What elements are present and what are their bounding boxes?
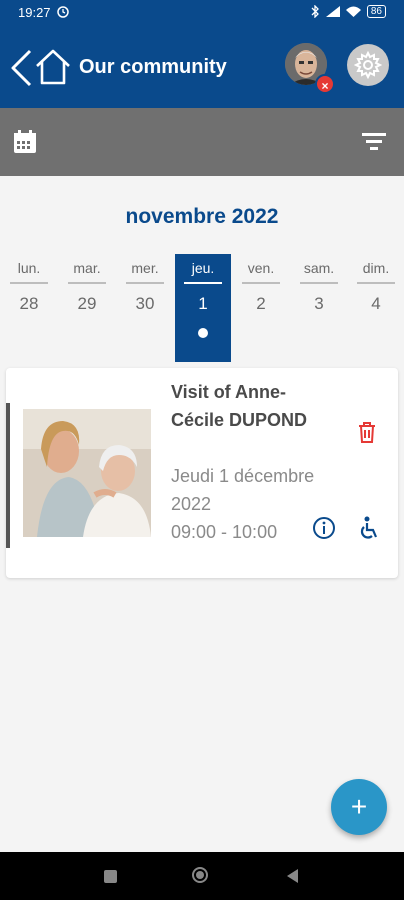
app-bar: Our community × (0, 26, 404, 108)
day-name: mar. (73, 260, 101, 276)
info-icon[interactable] (312, 516, 336, 540)
day-number: 30 (135, 294, 155, 313)
day-name: sam. (303, 260, 335, 276)
day-divider (357, 282, 395, 284)
day-number: 3 (314, 294, 324, 313)
system-home-icon[interactable] (192, 867, 208, 883)
event-title: Visit of Anne-Cécile DUPOND (171, 382, 308, 430)
delete-icon[interactable] (356, 420, 378, 444)
event-time: 09:00 - 10:00 (171, 522, 278, 542)
gear-icon (354, 51, 382, 79)
status-time: 19:27 (18, 5, 51, 20)
day-cell-sun[interactable]: dim. 4 (348, 254, 404, 362)
day-name: mer. (131, 260, 159, 276)
bluetooth-icon (311, 5, 319, 18)
day-number: 2 (256, 294, 266, 313)
home-icon[interactable] (34, 48, 72, 86)
day-cell-sat[interactable]: sam. 3 (291, 254, 347, 362)
day-name: jeu. (191, 260, 215, 276)
event-date: Jeudi 1 décembre 2022 (171, 466, 315, 514)
day-divider (242, 282, 280, 284)
day-cell-tue[interactable]: mar. 29 (59, 254, 115, 362)
alarm-icon (57, 6, 69, 18)
day-divider (300, 282, 338, 284)
day-name: ven. (247, 260, 275, 276)
calendar-icon[interactable] (13, 130, 37, 154)
day-number: 4 (371, 294, 381, 313)
event-indicator-dot (198, 328, 208, 338)
add-event-button[interactable]: + (331, 779, 387, 835)
day-name: dim. (362, 260, 390, 276)
day-cell-fri[interactable]: ven. 2 (233, 254, 289, 362)
day-name: lun. (17, 260, 41, 276)
day-divider (126, 282, 164, 284)
day-number: 28 (19, 294, 39, 313)
day-divider (10, 282, 48, 284)
wifi-icon (345, 6, 361, 17)
event-accent-bar (6, 403, 10, 548)
day-number: 29 (77, 294, 97, 313)
system-nav-bar (0, 852, 404, 900)
day-cell-thu-selected[interactable]: jeu. 1 (175, 254, 231, 362)
status-icons: 86 (311, 5, 386, 18)
system-back-icon[interactable] (287, 869, 298, 883)
settings-button[interactable] (347, 44, 389, 86)
signal-icon (325, 6, 340, 17)
month-label: novembre 2022 (125, 205, 279, 228)
battery-icon: 86 (366, 5, 386, 18)
day-number: 1 (198, 294, 208, 313)
back-arrow-icon[interactable] (8, 48, 34, 88)
event-date-time: Jeudi 1 décembre 2022 09:00 - 10:00 (171, 462, 321, 546)
remove-avatar-badge[interactable]: × (315, 74, 335, 94)
event-card[interactable]: Visit of Anne-Cécile DUPOND Jeudi 1 déce… (6, 368, 398, 578)
accessibility-icon[interactable] (358, 516, 380, 540)
page-title: Our community (79, 56, 227, 78)
status-bar: 19:27 86 (0, 0, 404, 26)
day-divider (184, 282, 222, 284)
filter-icon[interactable] (362, 132, 386, 152)
day-cell-mon[interactable]: lun. 28 (1, 254, 57, 362)
day-cell-wed[interactable]: mer. 30 (117, 254, 173, 362)
recent-apps-icon[interactable] (104, 870, 117, 883)
event-photo (23, 409, 151, 537)
toolbar (0, 108, 404, 176)
day-divider (68, 282, 106, 284)
week-strip: lun. 28 mar. 29 mer. 30 jeu. 1 ven. 2 sa… (0, 254, 404, 364)
